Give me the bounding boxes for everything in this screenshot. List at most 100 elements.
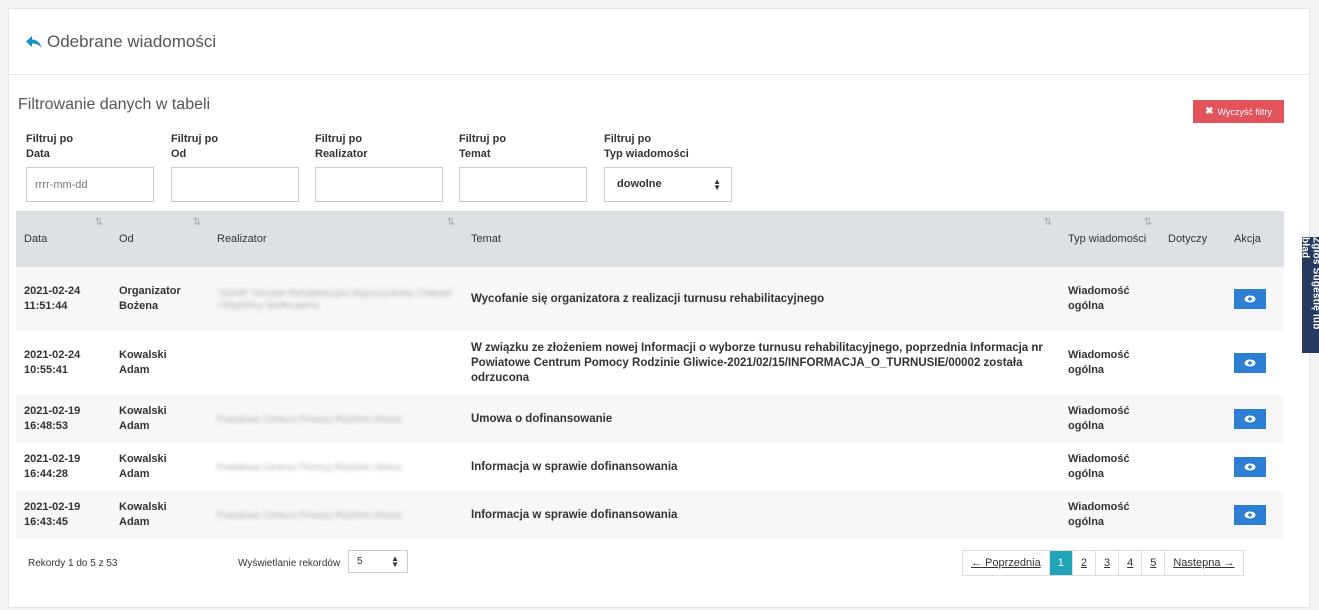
page-size-select[interactable]: 5 ▲ ▼ — [348, 550, 408, 573]
type-text: ogólna — [1068, 516, 1105, 528]
from-text: Kowalski — [119, 405, 167, 417]
page-link-5[interactable]: 5 — [1141, 551, 1164, 575]
cell-action — [1226, 395, 1284, 443]
col-from[interactable]: Od ⇅ — [111, 211, 209, 267]
filter-from: Filtruj po Od — [171, 132, 299, 202]
cell-concerns — [1160, 267, 1226, 331]
cell-type: Wiadomość ogólna — [1060, 491, 1160, 539]
clear-filters-button[interactable]: ✖ Wyczyść filtry — [1193, 100, 1284, 123]
from-text: Adam — [119, 364, 150, 376]
filter-message-type-select[interactable]: dowolne ▲ ▼ — [604, 167, 732, 202]
times-icon: ✖ — [1205, 106, 1214, 117]
from-text: Kowalski — [119, 349, 167, 361]
cell-type: Wiadomość ogólna — [1060, 443, 1160, 491]
filter-realizator-input[interactable] — [315, 167, 443, 202]
col-realizator[interactable]: Realizator ⇅ — [209, 211, 463, 267]
prev-page-link[interactable]: ← Poprzednia — [963, 551, 1049, 575]
page-link-3[interactable]: 3 — [1094, 551, 1118, 575]
filter-topic-input[interactable] — [459, 167, 587, 202]
type-text: Wiadomość — [1068, 453, 1130, 465]
from-text: Kowalski — [119, 501, 167, 513]
cell-date: 2021-02-19 16:48:53 — [16, 395, 111, 443]
panel-header: Odebrane wiadomości — [9, 9, 1309, 75]
type-text: ogólna — [1068, 300, 1105, 312]
date-text: 2021-02-19 — [24, 453, 81, 465]
next-page-link[interactable]: Nastepna → — [1164, 551, 1242, 575]
time-text: 16:44:28 — [24, 468, 69, 480]
page-link-2[interactable]: 2 — [1071, 551, 1095, 575]
sort-icon: ⇅ — [446, 217, 455, 228]
cell-from: Organizator Bożena — [111, 267, 209, 331]
cell-type: Wiadomość ogólna — [1060, 395, 1160, 443]
view-button[interactable] — [1234, 353, 1266, 373]
view-button[interactable] — [1234, 289, 1266, 309]
eye-icon — [1244, 463, 1256, 471]
filter-label: Filtruj po — [315, 133, 363, 145]
cell-realizator — [209, 331, 463, 395]
feedback-side-tab[interactable]: Zgłoś Sugestię lub błąd — [1300, 237, 1319, 353]
filter-label: Od — [171, 148, 187, 160]
cell-action — [1226, 491, 1284, 539]
cell-concerns — [1160, 443, 1226, 491]
cell-action — [1226, 267, 1284, 331]
date-text: 2021-02-19 — [24, 405, 81, 417]
page-size-value: 5 — [357, 556, 363, 567]
cell-realizator: "ADAM" Ośrodek Rehabilitacyjno Wypoczynk… — [209, 267, 463, 331]
type-text: ogólna — [1068, 364, 1105, 376]
view-button[interactable] — [1234, 505, 1266, 525]
type-text: Wiadomość — [1068, 285, 1130, 297]
cell-topic: Wycofanie się organizatora z realizacji … — [471, 292, 825, 305]
cell-topic: Informacja w sprawie dofinansowania — [471, 508, 678, 521]
col-label: Realizator — [217, 233, 267, 245]
filter-date-input[interactable] — [26, 167, 154, 202]
type-text: Wiadomość — [1068, 405, 1130, 417]
cell-from: Kowalski Adam — [111, 443, 209, 491]
col-date[interactable]: Data ⇅ — [16, 211, 111, 267]
cell-date: 2021-02-19 16:44:28 — [16, 443, 111, 491]
page-link-4[interactable]: 4 — [1118, 551, 1141, 575]
filter-label: Filtruj po — [26, 133, 74, 145]
col-label: Akcja — [1234, 233, 1261, 245]
time-text: 10:55:41 — [24, 364, 69, 376]
table-footer: Rekordy 1 do 5 z 53 Wyświetlanie rekordó… — [16, 550, 1284, 580]
filter-topic: Filtruj po Temat — [459, 132, 587, 202]
col-action: Akcja — [1226, 211, 1284, 267]
cell-from: Kowalski Adam — [111, 491, 209, 539]
view-button[interactable] — [1234, 409, 1266, 429]
cell-date: 2021-02-19 16:43:45 — [16, 491, 111, 539]
filter-label: Temat — [459, 148, 491, 160]
realizator-text: Powiatowe Centrum Pomocy Rodzinie Gliwic… — [217, 462, 402, 472]
page-link-1[interactable]: 1 — [1048, 551, 1072, 575]
col-type[interactable]: Typ wiadomości ⇅ — [1060, 211, 1160, 267]
cell-from: Kowalski Adam — [111, 331, 209, 395]
select-arrows-icon: ▲ ▼ — [391, 553, 399, 569]
col-topic[interactable]: Temat ⇅ — [463, 211, 1060, 267]
cell-type: Wiadomość ogólna — [1060, 267, 1160, 331]
realizator-text: Powiatowe Centrum Pomocy Rodzinie Gliwic… — [217, 414, 402, 424]
cell-topic: Umowa o dofinansowanie — [471, 412, 613, 425]
col-concerns: Dotyczy — [1160, 211, 1226, 267]
realizator-text: Powiatowe Centrum Pomocy Rodzinie Gliwic… — [217, 510, 402, 520]
select-value: dowolne — [617, 178, 662, 190]
date-text: 2021-02-19 — [24, 501, 81, 513]
clear-filters-label: Wyczyść filtry — [1217, 106, 1272, 117]
cell-action — [1226, 331, 1284, 395]
from-text: Bożena — [119, 300, 159, 312]
messages-table: Data ⇅ Od ⇅ Realizator ⇅ Temat ⇅ Typ wiadomo… — [16, 211, 1284, 539]
from-text: Kowalski — [119, 453, 167, 465]
cell-type: Wiadomość ogólna — [1060, 331, 1160, 395]
time-text: 16:48:53 — [24, 420, 69, 432]
type-text: ogólna — [1068, 468, 1105, 480]
cell-action — [1226, 443, 1284, 491]
filter-realizator: Filtruj po Realizator — [315, 132, 443, 202]
sort-icon: ⇅ — [1043, 217, 1052, 228]
filter-from-input[interactable] — [171, 167, 299, 202]
view-button[interactable] — [1234, 457, 1266, 477]
cell-date: 2021-02-24 11:51:44 — [16, 267, 111, 331]
cell-date: 2021-02-24 10:55:41 — [16, 331, 111, 395]
reply-arrow-icon[interactable] — [25, 33, 43, 51]
cell-concerns — [1160, 331, 1226, 395]
records-info: Rekordy 1 do 5 z 53 — [28, 558, 118, 569]
page-size-label: Wyświetlanie rekordów — [238, 558, 341, 569]
eye-icon — [1244, 359, 1256, 367]
